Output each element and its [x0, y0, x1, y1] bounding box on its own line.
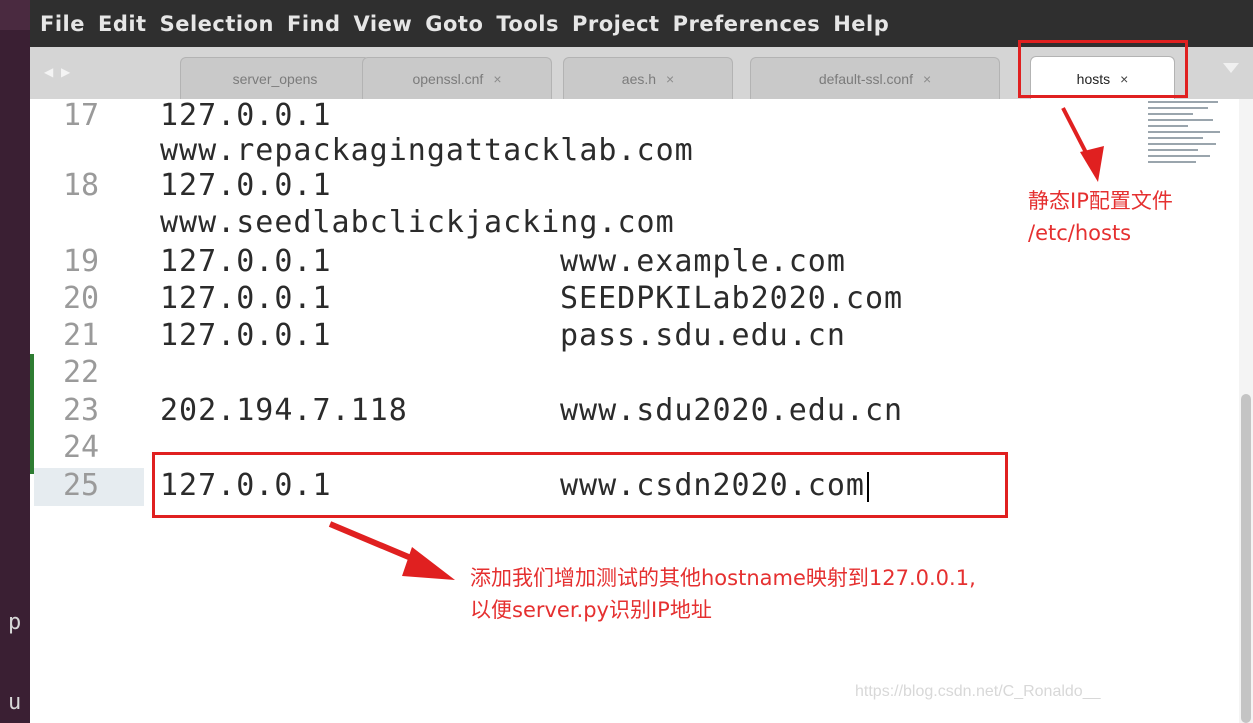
code-line[interactable]: www.seedlabclickjacking.com — [160, 206, 675, 240]
minimap-line — [1148, 143, 1216, 145]
hosts-file-annotation: 静态IP配置文件 /etc/hosts — [1028, 185, 1173, 249]
tab-label: aes.h — [621, 70, 657, 87]
code-line[interactable]: 127.0.0.1 — [160, 319, 332, 353]
annotation-line: 静态IP配置文件 — [1028, 189, 1173, 213]
tab-dropdown-icon[interactable] — [1223, 63, 1239, 73]
minimap-line — [1148, 137, 1203, 139]
code-line-host[interactable]: SEEDPKILab2020.com — [560, 282, 903, 316]
line-number: 20 — [63, 281, 100, 316]
minimap-line — [1148, 107, 1208, 109]
menu-help[interactable]: Help — [833, 12, 889, 36]
watermark: https://blog.csdn.net/C_Ronaldo__ — [855, 683, 1101, 700]
minimap-line — [1148, 161, 1196, 163]
menu-goto[interactable]: Goto — [425, 12, 483, 36]
menu-find[interactable]: Find — [287, 12, 341, 36]
tab-openssl-cnf[interactable]: openssl.cnf × — [362, 57, 552, 99]
code-line[interactable]: www.repackagingattacklab.com — [160, 134, 694, 168]
minimap-line — [1148, 113, 1193, 115]
menu-file[interactable]: File — [40, 12, 85, 36]
tab-close-icon[interactable]: × — [666, 71, 674, 87]
minimap-line — [1148, 149, 1198, 151]
code-line[interactable]: 127.0.0.1 — [160, 245, 332, 279]
annotation-line: 添加我们增加测试的其他hostname映射到127.0.0.1, — [470, 566, 976, 590]
minimap-line — [1148, 119, 1213, 121]
line-number: 25 — [63, 468, 100, 503]
add-entry-annotation: 添加我们增加测试的其他hostname映射到127.0.0.1, 以便serve… — [470, 562, 976, 626]
tab-close-icon[interactable]: × — [923, 71, 931, 87]
line-number: 21 — [63, 318, 100, 353]
code-line-host[interactable]: www.example.com — [560, 245, 846, 279]
line-number: 23 — [63, 393, 100, 428]
tab-default-ssl-conf[interactable]: default-ssl.conf × — [750, 57, 1000, 99]
line-number: 22 — [63, 355, 100, 390]
code-line[interactable]: 127.0.0.1 — [160, 169, 332, 203]
annotation-line: 以便server.py识别IP地址 — [470, 598, 712, 622]
tab-server-opens[interactable]: server_opens — [180, 57, 370, 99]
code-line[interactable]: 127.0.0.1 — [160, 99, 332, 133]
annotation-line: /etc/hosts — [1028, 221, 1132, 245]
code-line[interactable]: 202.194.7.118 — [160, 394, 408, 428]
minimap-line — [1148, 155, 1210, 157]
menu-selection[interactable]: Selection — [160, 12, 274, 36]
tab-close-icon[interactable]: × — [493, 71, 501, 87]
tab-label: default-ssl.conf — [818, 70, 913, 87]
line-number: 19 — [63, 244, 100, 279]
minimap-line — [1148, 125, 1188, 127]
desktop-left-strip: p u — [0, 0, 30, 723]
code-line[interactable]: 127.0.0.1 — [160, 282, 332, 316]
menu-project[interactable]: Project — [572, 12, 660, 36]
new-entry-highlight-box — [152, 452, 1008, 518]
line-number: 24 — [63, 430, 100, 465]
tab-label: openssl.cnf — [412, 70, 484, 87]
code-line-host[interactable]: pass.sdu.edu.cn — [560, 319, 846, 353]
minimap-line — [1148, 131, 1220, 133]
menu-edit[interactable]: Edit — [98, 12, 147, 36]
code-line-host[interactable]: www.sdu2020.edu.cn — [560, 394, 903, 428]
desktop-accent — [0, 0, 30, 30]
tab-label: server_opens — [232, 70, 318, 87]
line-number: 17 — [63, 98, 100, 133]
menu-tools[interactable]: Tools — [496, 12, 559, 36]
tab-nav-arrows-icon[interactable]: ◀ ▶ — [44, 65, 72, 79]
terminal-glyph-u: u — [8, 690, 22, 715]
menu-preferences[interactable]: Preferences — [673, 12, 821, 36]
menu-view[interactable]: View — [354, 12, 413, 36]
scrollbar-thumb[interactable] — [1241, 394, 1251, 723]
modified-lines-marker — [30, 354, 34, 474]
minimap-line — [1148, 101, 1218, 103]
hosts-tab-highlight-box — [1018, 40, 1188, 98]
line-number: 18 — [63, 168, 100, 203]
terminal-glyph-p: p — [8, 610, 22, 635]
tab-aes-h[interactable]: aes.h × — [563, 57, 733, 99]
minimap[interactable] — [1148, 99, 1228, 169]
